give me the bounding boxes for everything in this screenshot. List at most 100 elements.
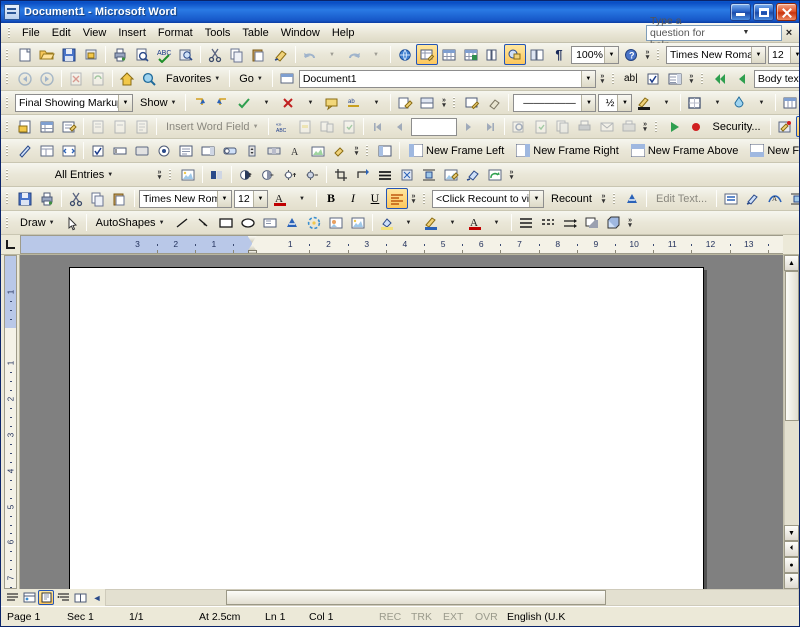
run-macro-icon[interactable] [663, 116, 685, 137]
view-merged-data-icon[interactable]: «»ABC [272, 116, 294, 137]
show-formatting-marks-icon[interactable]: ¶ [548, 44, 570, 65]
picture-toolbar-grip[interactable] [167, 167, 174, 183]
chevron-down-icon[interactable]: ▼ [604, 47, 618, 63]
undo-icon[interactable] [299, 44, 321, 65]
reviewing-toolbar-grip[interactable] [4, 95, 11, 111]
misc-toolbar-grip[interactable] [4, 143, 11, 159]
new-frame-left-button[interactable]: New Frame Left [403, 141, 510, 160]
rotate-left-icon[interactable] [352, 164, 374, 185]
open-icon[interactable] [36, 44, 58, 65]
insert-table-icon[interactable] [438, 44, 460, 65]
autotext-toolbar-grip[interactable] [4, 167, 11, 183]
formatting-toolbar-grip[interactable] [655, 47, 662, 63]
menu-format[interactable]: Format [152, 24, 199, 42]
select-objects-icon[interactable] [61, 212, 83, 233]
vertical-scroll-track[interactable] [784, 271, 799, 525]
menu-table[interactable]: Table [236, 24, 274, 42]
previous-pane-button[interactable]: ◄ [89, 590, 105, 605]
toolbar-options-textbox[interactable]: »▾ [409, 189, 418, 208]
text-box-control-icon[interactable] [109, 140, 131, 161]
outside-border-dropdown-icon[interactable]: ▼ [706, 92, 728, 113]
vertical-scrollbar[interactable]: ▲ ▼ ⏴ ● ⏵ [783, 255, 799, 589]
first-record-icon[interactable] [367, 116, 389, 137]
image-control-icon[interactable] [307, 140, 329, 161]
next-record-icon[interactable] [457, 116, 479, 137]
italic-button[interactable]: I [342, 188, 364, 209]
toolbar-options-autotext[interactable]: »▾ [155, 165, 164, 184]
fill-color-icon[interactable] [376, 212, 398, 233]
font-name-combo-2[interactable]: Times New Roman ▼ [139, 190, 232, 208]
color-icon[interactable] [206, 164, 228, 185]
display-for-review-combo[interactable]: Final Showing Markup ▼ [15, 94, 133, 112]
new-comment-icon[interactable] [321, 92, 343, 113]
status-trk[interactable]: TRK [405, 611, 437, 623]
tables-borders-toolbar-grip[interactable] [451, 95, 458, 111]
new-frame-right-button[interactable]: New Frame Right [510, 141, 625, 160]
font-size-combo-2[interactable]: 12 ▼ [234, 190, 268, 208]
view-code-icon[interactable] [58, 140, 80, 161]
toggle-button-control-icon[interactable] [219, 140, 241, 161]
chevron-down-icon[interactable]: ▼ [581, 95, 595, 111]
control-toolbox-icon[interactable] [796, 116, 799, 137]
horizontal-ruler[interactable]: 32112345678910111213 [1, 235, 799, 255]
next-change-icon[interactable] [211, 92, 233, 113]
spelling-grammar-icon[interactable]: ABC [153, 44, 175, 65]
accept-change-icon[interactable] [233, 92, 255, 113]
font-color-icon-3[interactable]: A [464, 212, 486, 233]
combo-box-control-icon[interactable] [197, 140, 219, 161]
insert-greeting-line-icon[interactable] [109, 116, 131, 137]
chevron-down-icon[interactable]: ▼ [751, 47, 765, 63]
recount-button[interactable]: Recount [545, 190, 598, 208]
shading-color-dropdown-icon[interactable]: ▼ [750, 92, 772, 113]
text-wrapping-icon[interactable] [418, 164, 440, 185]
more-controls-icon[interactable] [329, 140, 351, 161]
start-page-icon[interactable] [116, 68, 138, 89]
reviewing-pane-icon[interactable] [416, 92, 438, 113]
align-icon[interactable] [386, 188, 408, 209]
status-page-count[interactable]: 1/1 [123, 611, 193, 623]
insert-merge-fields-icon[interactable] [131, 116, 153, 137]
arrow-style-icon[interactable] [559, 212, 581, 233]
scroll-up-button[interactable]: ▲ [784, 255, 799, 271]
merge-to-new-document-icon[interactable] [552, 116, 574, 137]
status-at-position[interactable]: At 2.5cm [193, 611, 259, 623]
eraser-icon[interactable] [483, 92, 505, 113]
save-icon[interactable] [14, 188, 36, 209]
toolbar-options-drawing[interactable]: »▾ [626, 213, 635, 232]
insert-excel-worksheet-icon[interactable] [460, 44, 482, 65]
spin-button-control-icon[interactable] [241, 140, 263, 161]
menu-bar-grip[interactable] [6, 25, 13, 41]
menu-tools[interactable]: Tools [199, 24, 237, 42]
promote-icon[interactable] [731, 68, 753, 89]
drop-down-form-field-icon[interactable] [664, 68, 686, 89]
toolbar-options-standard[interactable]: »▾ [643, 45, 652, 64]
show-button[interactable]: Show▼ [134, 94, 182, 112]
standard-toolbar-grip[interactable] [4, 47, 11, 63]
rectangle-icon[interactable] [215, 212, 237, 233]
insert-table-icon[interactable] [779, 92, 799, 113]
wordart-shape-icon[interactable]: A [764, 188, 786, 209]
text-box-icon[interactable] [259, 212, 281, 233]
textbox-toolbar-grip[interactable] [4, 191, 11, 207]
dash-style-icon[interactable] [537, 212, 559, 233]
line-style-icon[interactable] [374, 164, 396, 185]
help-question-input[interactable]: Type a question for help ▼ [646, 25, 782, 41]
show-only-web-toolbar-icon[interactable] [276, 68, 298, 89]
design-mode-toggle-icon[interactable] [14, 140, 36, 161]
menu-view[interactable]: View [77, 24, 113, 42]
line-color-dropdown-icon[interactable]: ▼ [442, 212, 464, 233]
more-contrast-icon[interactable] [235, 164, 257, 185]
insert-diagram-icon[interactable] [303, 212, 325, 233]
forms-toolbar-grip[interactable] [610, 71, 617, 87]
chevron-down-icon[interactable]: ▼ [617, 95, 631, 111]
maximize-button[interactable] [753, 3, 774, 21]
new-frame-above-button[interactable]: New Frame Above [625, 141, 744, 160]
drawing-toolbar-grip[interactable] [4, 215, 11, 231]
bold-button-2[interactable]: B [320, 188, 342, 209]
menu-file[interactable]: File [16, 24, 46, 42]
record-macro-icon[interactable] [685, 116, 707, 137]
check-box-form-field-icon[interactable] [642, 68, 664, 89]
paste-icon[interactable] [248, 44, 270, 65]
previous-change-icon[interactable] [189, 92, 211, 113]
wordcount-toolbar-grip[interactable] [421, 191, 428, 207]
